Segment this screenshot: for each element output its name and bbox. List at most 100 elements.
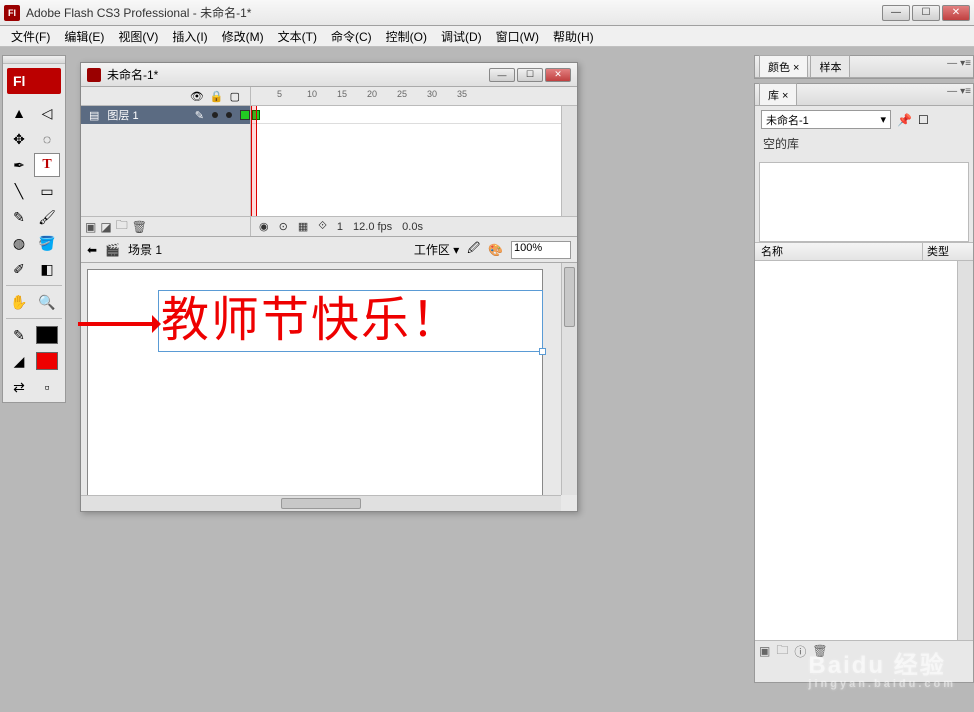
- document-title: 未命名-1*: [107, 66, 489, 83]
- new-folder-button[interactable]: 🗀: [776, 641, 788, 662]
- eraser-tool[interactable]: ◧: [34, 257, 60, 281]
- brush-tool[interactable]: 🖌: [34, 205, 60, 229]
- menubar: 文件(F) 编辑(E) 视图(V) 插入(I) 修改(M) 文本(T) 命令(C…: [0, 26, 974, 47]
- scene-name[interactable]: 场景 1: [128, 241, 162, 258]
- layer-row[interactable]: ▤ 图层 1 ✎: [81, 106, 250, 124]
- center-frame-icon[interactable]: ⟐: [318, 220, 327, 233]
- zoom-tool[interactable]: 🔍: [34, 290, 60, 314]
- menu-text[interactable]: 文本(T): [271, 26, 324, 47]
- delete-button[interactable]: 🗑: [812, 644, 827, 658]
- scene-icon: 🎬: [105, 243, 120, 257]
- resize-handle[interactable]: [539, 348, 546, 355]
- ink-bottle-tool[interactable]: ◍: [6, 231, 32, 255]
- library-col-name[interactable]: 名称: [755, 243, 923, 260]
- menu-commands[interactable]: 命令(C): [324, 26, 379, 47]
- library-document-dropdown[interactable]: 未命名-1▾: [761, 110, 891, 129]
- onion-skin-icon[interactable]: ◉: [259, 220, 269, 233]
- layer-lock-dot[interactable]: [226, 112, 232, 118]
- tools-grip[interactable]: [3, 56, 65, 64]
- subselection-tool[interactable]: ◁: [34, 101, 60, 125]
- lock-column-icon[interactable]: 🔒: [210, 90, 224, 103]
- timeline-vscrollbar[interactable]: [561, 106, 577, 216]
- menu-insert[interactable]: 插入(I): [165, 26, 214, 47]
- doc-maximize-button[interactable]: ☐: [517, 68, 543, 82]
- delete-layer-button[interactable]: 🗑: [132, 220, 147, 234]
- pencil-tool[interactable]: ✎: [6, 205, 32, 229]
- close-button[interactable]: ✕: [942, 5, 970, 21]
- text-tool[interactable]: T: [34, 153, 60, 177]
- menu-help[interactable]: 帮助(H): [546, 26, 601, 47]
- panel-menu-icon[interactable]: ▾≡: [960, 86, 971, 97]
- outline-column-icon[interactable]: ▢: [230, 90, 240, 103]
- doc-close-button[interactable]: ✕: [545, 68, 571, 82]
- tab-swatches[interactable]: 样本: [810, 55, 850, 77]
- library-list[interactable]: [755, 261, 973, 641]
- library-vscrollbar[interactable]: [957, 261, 973, 640]
- menu-debug[interactable]: 调试(D): [434, 26, 489, 47]
- pin-library-icon[interactable]: 📌: [897, 113, 912, 127]
- ruler-tick: 10: [307, 89, 317, 99]
- edit-multiple-icon[interactable]: ▦: [298, 220, 308, 233]
- library-preview: [759, 162, 969, 242]
- app-icon: Fl: [4, 5, 20, 21]
- new-folder-button[interactable]: 🗀: [116, 216, 128, 237]
- properties-button[interactable]: ⓘ: [794, 643, 806, 660]
- menu-modify[interactable]: 修改(M): [215, 26, 271, 47]
- new-layer-button[interactable]: ▣: [85, 220, 96, 234]
- layer-icon: ▤: [89, 109, 99, 122]
- document-titlebar[interactable]: 未命名-1* — ☐ ✕: [81, 63, 577, 87]
- selection-tool[interactable]: ▲: [6, 101, 32, 125]
- playhead[interactable]: [251, 106, 257, 216]
- tab-library[interactable]: 库 ×: [759, 83, 797, 105]
- lasso-tool[interactable]: ◌: [34, 127, 60, 151]
- visibility-column-icon[interactable]: 👁: [190, 90, 204, 103]
- layer-outline-box[interactable]: [240, 110, 250, 120]
- edit-symbol-icon[interactable]: 🎨: [488, 243, 503, 257]
- new-symbol-button[interactable]: ▣: [759, 644, 770, 658]
- timeline-frames[interactable]: [251, 106, 561, 216]
- text-box[interactable]: 教师节快乐！: [158, 290, 543, 352]
- menu-file[interactable]: 文件(F): [4, 26, 57, 47]
- workspace-dropdown[interactable]: 工作区 ▾: [414, 241, 459, 258]
- hand-tool[interactable]: ✋: [6, 290, 32, 314]
- library-col-type[interactable]: 类型: [923, 243, 973, 260]
- stage-viewport[interactable]: 教师节快乐！: [81, 263, 561, 495]
- canvas-text[interactable]: 教师节快乐！: [159, 291, 542, 351]
- stage-vscrollbar[interactable]: [561, 263, 577, 495]
- paint-bucket-tool[interactable]: 🪣: [34, 231, 60, 255]
- menu-control[interactable]: 控制(O): [379, 26, 434, 47]
- back-button[interactable]: ⬅: [87, 243, 97, 257]
- no-color-icon[interactable]: ▫: [34, 375, 60, 399]
- panel-collapse-icon[interactable]: —: [947, 58, 957, 69]
- maximize-button[interactable]: ☐: [912, 5, 940, 21]
- rectangle-tool[interactable]: ▭: [34, 179, 60, 203]
- stage-hscrollbar[interactable]: [81, 495, 561, 511]
- layer-visible-dot[interactable]: [212, 112, 218, 118]
- free-transform-tool[interactable]: ✥: [6, 127, 32, 151]
- zoom-combo[interactable]: 100%: [511, 241, 571, 259]
- doc-minimize-button[interactable]: —: [489, 68, 515, 82]
- stroke-swatch[interactable]: [34, 323, 60, 347]
- new-guide-layer-button[interactable]: ◪: [100, 220, 111, 234]
- eyedropper-tool[interactable]: ✐: [6, 257, 32, 281]
- stroke-color-icon: ✎: [6, 323, 32, 347]
- panel-collapse-icon[interactable]: —: [947, 86, 957, 97]
- panel-menu-icon[interactable]: ▾≡: [960, 58, 971, 69]
- onion-outline-icon[interactable]: ⊙: [279, 220, 288, 233]
- swap-colors-icon[interactable]: ⇄: [6, 375, 32, 399]
- line-tool[interactable]: ╲: [6, 179, 32, 203]
- new-library-icon[interactable]: ☐: [918, 113, 929, 127]
- stage[interactable]: 教师节快乐！: [87, 269, 543, 495]
- menu-view[interactable]: 视图(V): [111, 26, 165, 47]
- layer-name[interactable]: 图层 1: [107, 107, 186, 123]
- minimize-button[interactable]: —: [882, 5, 910, 21]
- edit-scene-icon[interactable]: 🖉: [467, 239, 480, 260]
- menu-window[interactable]: 窗口(W): [489, 26, 546, 47]
- frame-row[interactable]: [251, 106, 561, 124]
- pen-tool[interactable]: ✒: [6, 153, 32, 177]
- timeline-ruler[interactable]: 5 10 15 20 25 30 35: [251, 87, 577, 105]
- document-icon: [87, 68, 101, 82]
- tab-color[interactable]: 颜色 ×: [759, 55, 808, 77]
- fill-swatch[interactable]: [34, 349, 60, 373]
- menu-edit[interactable]: 编辑(E): [57, 26, 111, 47]
